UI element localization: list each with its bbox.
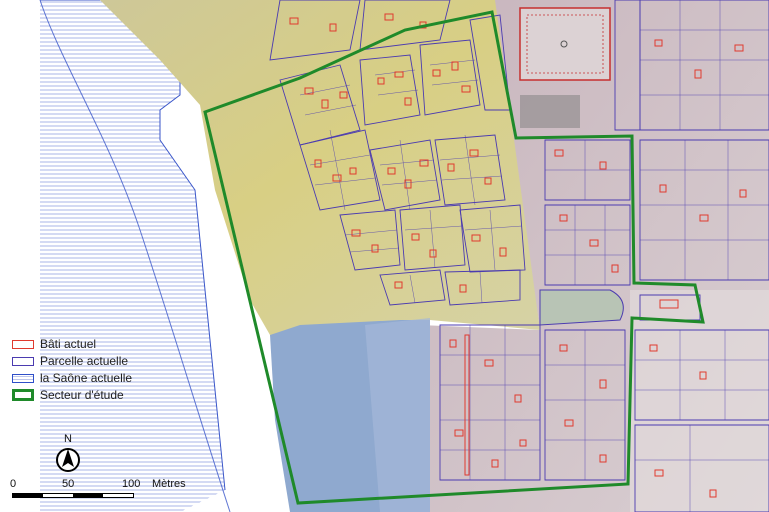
legend-swatch-parcelle (12, 356, 34, 366)
legend-label-secteur: Secteur d'étude (40, 388, 124, 402)
scale-unit: Mètres (152, 478, 186, 490)
north-arrow-icon (56, 448, 80, 472)
legend-swatch-bati (12, 339, 34, 349)
legend-item-secteur: Secteur d'étude (12, 387, 132, 403)
scale-label-50: 50 (62, 478, 75, 490)
legend-swatch-secteur (12, 389, 34, 401)
scale-bar-graphic (12, 493, 134, 498)
legend-item-saone: la Saône actuelle (12, 370, 132, 386)
legend-label-bati: Bâti actuel (40, 337, 97, 351)
historic-cadastral-map (0, 0, 769, 512)
legend-item-parcelle: Parcelle actuelle (12, 353, 132, 369)
scale-bar: 0 50 100 Mètres (10, 478, 200, 508)
legend-label-parcelle: Parcelle actuelle (40, 354, 129, 368)
scale-label-0: 0 (10, 478, 17, 490)
north-arrow: N (53, 434, 83, 476)
legend-item-bati: Bâti actuel (12, 336, 132, 352)
legend-label-saone: la Saône actuelle (40, 371, 133, 385)
map-viewer: Bâti actuel Parcelle actuelle la Saône a… (0, 0, 769, 512)
map-legend: Bâti actuel Parcelle actuelle la Saône a… (12, 336, 132, 404)
north-label: N (64, 433, 72, 445)
legend-swatch-saone (12, 373, 34, 383)
scale-label-100: 100 (122, 478, 141, 490)
